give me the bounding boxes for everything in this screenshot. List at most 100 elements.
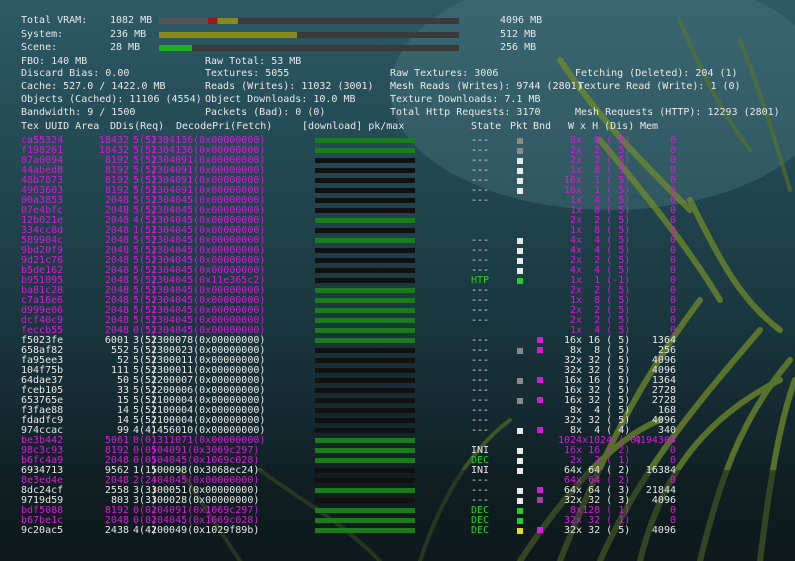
download-progress-bar bbox=[315, 508, 415, 513]
download-progress-bar bbox=[315, 458, 415, 463]
packet-indicator bbox=[517, 278, 523, 284]
download-progress-bar bbox=[315, 188, 415, 193]
packet-indicator bbox=[517, 348, 523, 354]
download-progress-fill bbox=[315, 438, 415, 443]
texture-decode-priority: 200049(0x1029f89b) bbox=[151, 525, 260, 536]
packet-indicator bbox=[517, 498, 523, 504]
download-progress-bar bbox=[315, 178, 415, 183]
download-progress-bar bbox=[315, 438, 415, 443]
download-progress-bar bbox=[315, 258, 415, 263]
system-label: System: bbox=[21, 29, 64, 40]
download-progress-bar bbox=[315, 268, 415, 273]
download-progress-bar bbox=[315, 198, 415, 203]
header-bnd: Bnd bbox=[533, 121, 552, 132]
download-progress-bar bbox=[315, 498, 415, 503]
total-vram-value: 1082 MB bbox=[110, 15, 153, 26]
texture-uuid: 9c20ac5 bbox=[21, 525, 64, 536]
download-progress-bar bbox=[315, 398, 415, 403]
packet-indicator bbox=[517, 138, 523, 144]
packet-indicator bbox=[517, 488, 523, 494]
packet-indicator bbox=[517, 428, 523, 434]
fetching-stat: Fetching (Deleted): 204 (1) bbox=[575, 68, 738, 79]
download-progress-bar bbox=[315, 278, 415, 283]
packet-indicator bbox=[517, 518, 523, 524]
texture-downloads-stat: Texture Downloads: 7.1 MB bbox=[390, 94, 541, 105]
download-progress-bar bbox=[315, 428, 415, 433]
download-progress-bar bbox=[315, 338, 415, 343]
download-progress-bar bbox=[315, 248, 415, 253]
download-progress-fill bbox=[315, 328, 415, 333]
download-progress-fill bbox=[315, 288, 415, 293]
download-progress-fill bbox=[315, 508, 415, 513]
raw-textures-stat: Raw Textures: 3006 bbox=[390, 68, 499, 79]
reads-stat: Reads (Writes): 11032 (3001) bbox=[205, 81, 374, 92]
packet-indicator bbox=[517, 158, 523, 164]
raw-total-stat: Raw Total: 53 MB bbox=[205, 56, 302, 67]
download-progress-bar bbox=[315, 488, 415, 493]
header-state: State bbox=[471, 121, 502, 132]
scene-label: Scene: bbox=[21, 42, 58, 53]
packet-indicator bbox=[517, 258, 523, 264]
packet-indicator bbox=[517, 448, 523, 454]
download-progress-bar bbox=[315, 418, 415, 423]
header-decode: DecodePri(Fetch) bbox=[176, 121, 273, 132]
scene-bar-fill bbox=[159, 45, 192, 51]
download-progress-bar bbox=[315, 518, 415, 523]
packet-indicator bbox=[517, 508, 523, 514]
packets-bad-stat: Packets (Bad): 0 (0) bbox=[205, 107, 326, 118]
discard-bias-stat: Discard Bias: 0.00 bbox=[21, 68, 130, 79]
header-uuid-area: Tex UUID Area bbox=[21, 121, 100, 132]
scene-bar bbox=[159, 45, 459, 51]
header-mem: Mem bbox=[640, 121, 659, 132]
system-bar-fill bbox=[159, 32, 297, 38]
download-progress-bar bbox=[315, 318, 415, 323]
bound-indicator bbox=[537, 397, 543, 403]
bound-indicator bbox=[537, 427, 543, 433]
bandwidth-stat: Bandwidth: 9 / 1500 bbox=[21, 107, 136, 118]
objects-cached-stat: Objects (Cached): 11106 (4554) bbox=[21, 94, 202, 105]
download-progress-fill bbox=[315, 448, 415, 453]
header-download: [download] pk/max bbox=[302, 121, 405, 132]
download-progress-bar bbox=[315, 388, 415, 393]
bound-indicator bbox=[537, 527, 543, 533]
download-progress-fill bbox=[315, 308, 415, 313]
download-progress-fill bbox=[315, 148, 415, 153]
texture-area: 2438 bbox=[104, 525, 129, 536]
texture-state: --- bbox=[471, 315, 490, 326]
packet-indicator bbox=[517, 458, 523, 464]
download-progress-fill bbox=[315, 458, 415, 463]
download-progress-bar bbox=[315, 348, 415, 353]
mesh-reads-stat: Mesh Reads (Writes): 9744 (2801) bbox=[390, 81, 583, 92]
object-downloads-stat: Object Downloads: 10.0 MB bbox=[205, 94, 356, 105]
download-progress-bar bbox=[315, 368, 415, 373]
bound-indicator bbox=[537, 497, 543, 503]
total-vram-max: 4096 MB bbox=[500, 15, 543, 26]
download-progress-fill bbox=[315, 488, 415, 493]
header-ddis: DDis(Req) bbox=[110, 121, 165, 132]
download-progress-bar bbox=[315, 288, 415, 293]
download-progress-fill bbox=[315, 238, 415, 243]
http-requests-stat: Total Http Requests: 3170 bbox=[390, 107, 541, 118]
packet-indicator bbox=[517, 168, 523, 174]
packet-indicator bbox=[517, 268, 523, 274]
download-progress-fill bbox=[315, 218, 415, 223]
download-progress-bar bbox=[315, 448, 415, 453]
packet-indicator bbox=[517, 398, 523, 404]
download-progress-fill bbox=[315, 298, 415, 303]
download-progress-bar bbox=[315, 208, 415, 213]
scene-max: 256 MB bbox=[500, 42, 537, 53]
fbo-stat: FBO: 140 MB bbox=[21, 56, 88, 67]
texture-memory: 4096 bbox=[651, 525, 676, 536]
download-progress-bar bbox=[315, 238, 415, 243]
packet-indicator bbox=[517, 248, 523, 254]
download-progress-bar bbox=[315, 168, 415, 173]
download-progress-bar bbox=[315, 378, 415, 383]
total-vram-label: Total VRAM: bbox=[21, 15, 88, 26]
download-progress-fill bbox=[315, 318, 415, 323]
packet-indicator bbox=[517, 468, 523, 474]
texture-state: --- bbox=[471, 195, 490, 206]
cache-stat: Cache: 527.0 / 1422.0 MB bbox=[21, 81, 166, 92]
download-progress-fill bbox=[315, 138, 415, 143]
packet-indicator bbox=[517, 528, 523, 534]
download-progress-bar bbox=[315, 478, 415, 483]
